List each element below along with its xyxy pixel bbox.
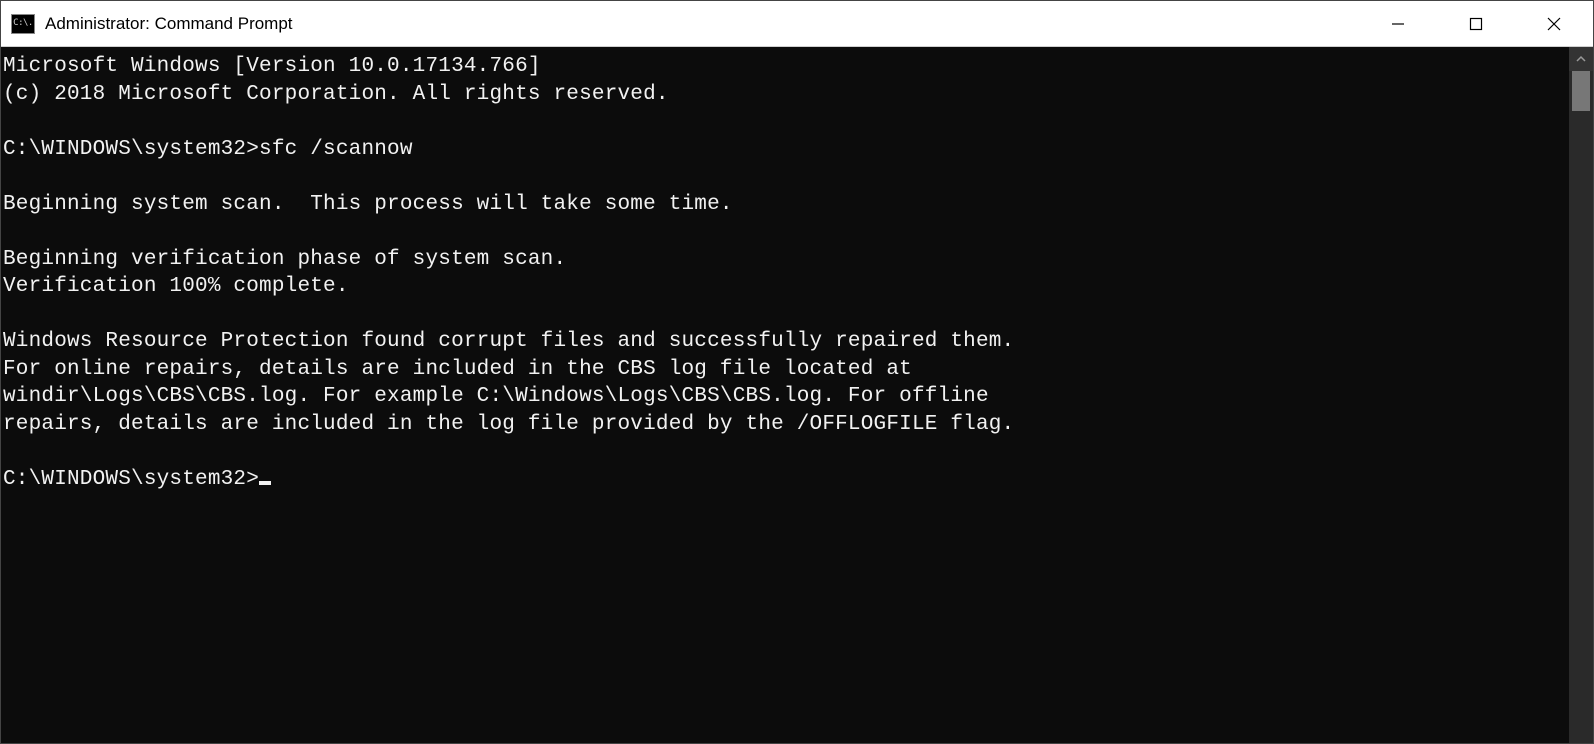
console-line: Beginning system scan. This process will… (3, 191, 1567, 219)
scroll-track[interactable] (1569, 71, 1593, 743)
console-prompt: C:\WINDOWS\system32> (3, 468, 259, 491)
scroll-up-button[interactable] (1569, 47, 1593, 71)
console-line (3, 218, 1567, 246)
console-prompt-line[interactable]: C:\WINDOWS\system32> (3, 466, 1567, 494)
close-button[interactable] (1515, 1, 1593, 47)
console-line (3, 108, 1567, 136)
minimize-button[interactable] (1359, 1, 1437, 47)
console-line (3, 163, 1567, 191)
console-line (3, 301, 1567, 329)
chevron-up-icon (1576, 54, 1586, 64)
console-line: For online repairs, details are included… (3, 356, 1567, 384)
cmd-icon: C:\. (11, 14, 35, 34)
console-container: Microsoft Windows [Version 10.0.17134.76… (1, 47, 1593, 743)
titlebar[interactable]: C:\. Administrator: Command Prompt (1, 1, 1593, 47)
console-line: Beginning verification phase of system s… (3, 246, 1567, 274)
console-line: Verification 100% complete. (3, 273, 1567, 301)
window-title: Administrator: Command Prompt (45, 14, 293, 34)
close-icon (1547, 17, 1561, 31)
console-output[interactable]: Microsoft Windows [Version 10.0.17134.76… (1, 47, 1569, 743)
console-line: windir\Logs\CBS\CBS.log. For example C:\… (3, 383, 1567, 411)
console-line (3, 438, 1567, 466)
maximize-icon (1469, 17, 1483, 31)
console-line: (c) 2018 Microsoft Corporation. All righ… (3, 81, 1567, 109)
text-cursor (259, 481, 271, 485)
console-line: Windows Resource Protection found corrup… (3, 328, 1567, 356)
scroll-thumb[interactable] (1572, 71, 1590, 111)
cmd-icon-text: C:\. (13, 19, 33, 28)
console-line: repairs, details are included in the log… (3, 411, 1567, 439)
maximize-button[interactable] (1437, 1, 1515, 47)
vertical-scrollbar[interactable] (1569, 47, 1593, 743)
minimize-icon (1391, 17, 1405, 31)
console-line: Microsoft Windows [Version 10.0.17134.76… (3, 53, 1567, 81)
console-line: C:\WINDOWS\system32>sfc /scannow (3, 136, 1567, 164)
